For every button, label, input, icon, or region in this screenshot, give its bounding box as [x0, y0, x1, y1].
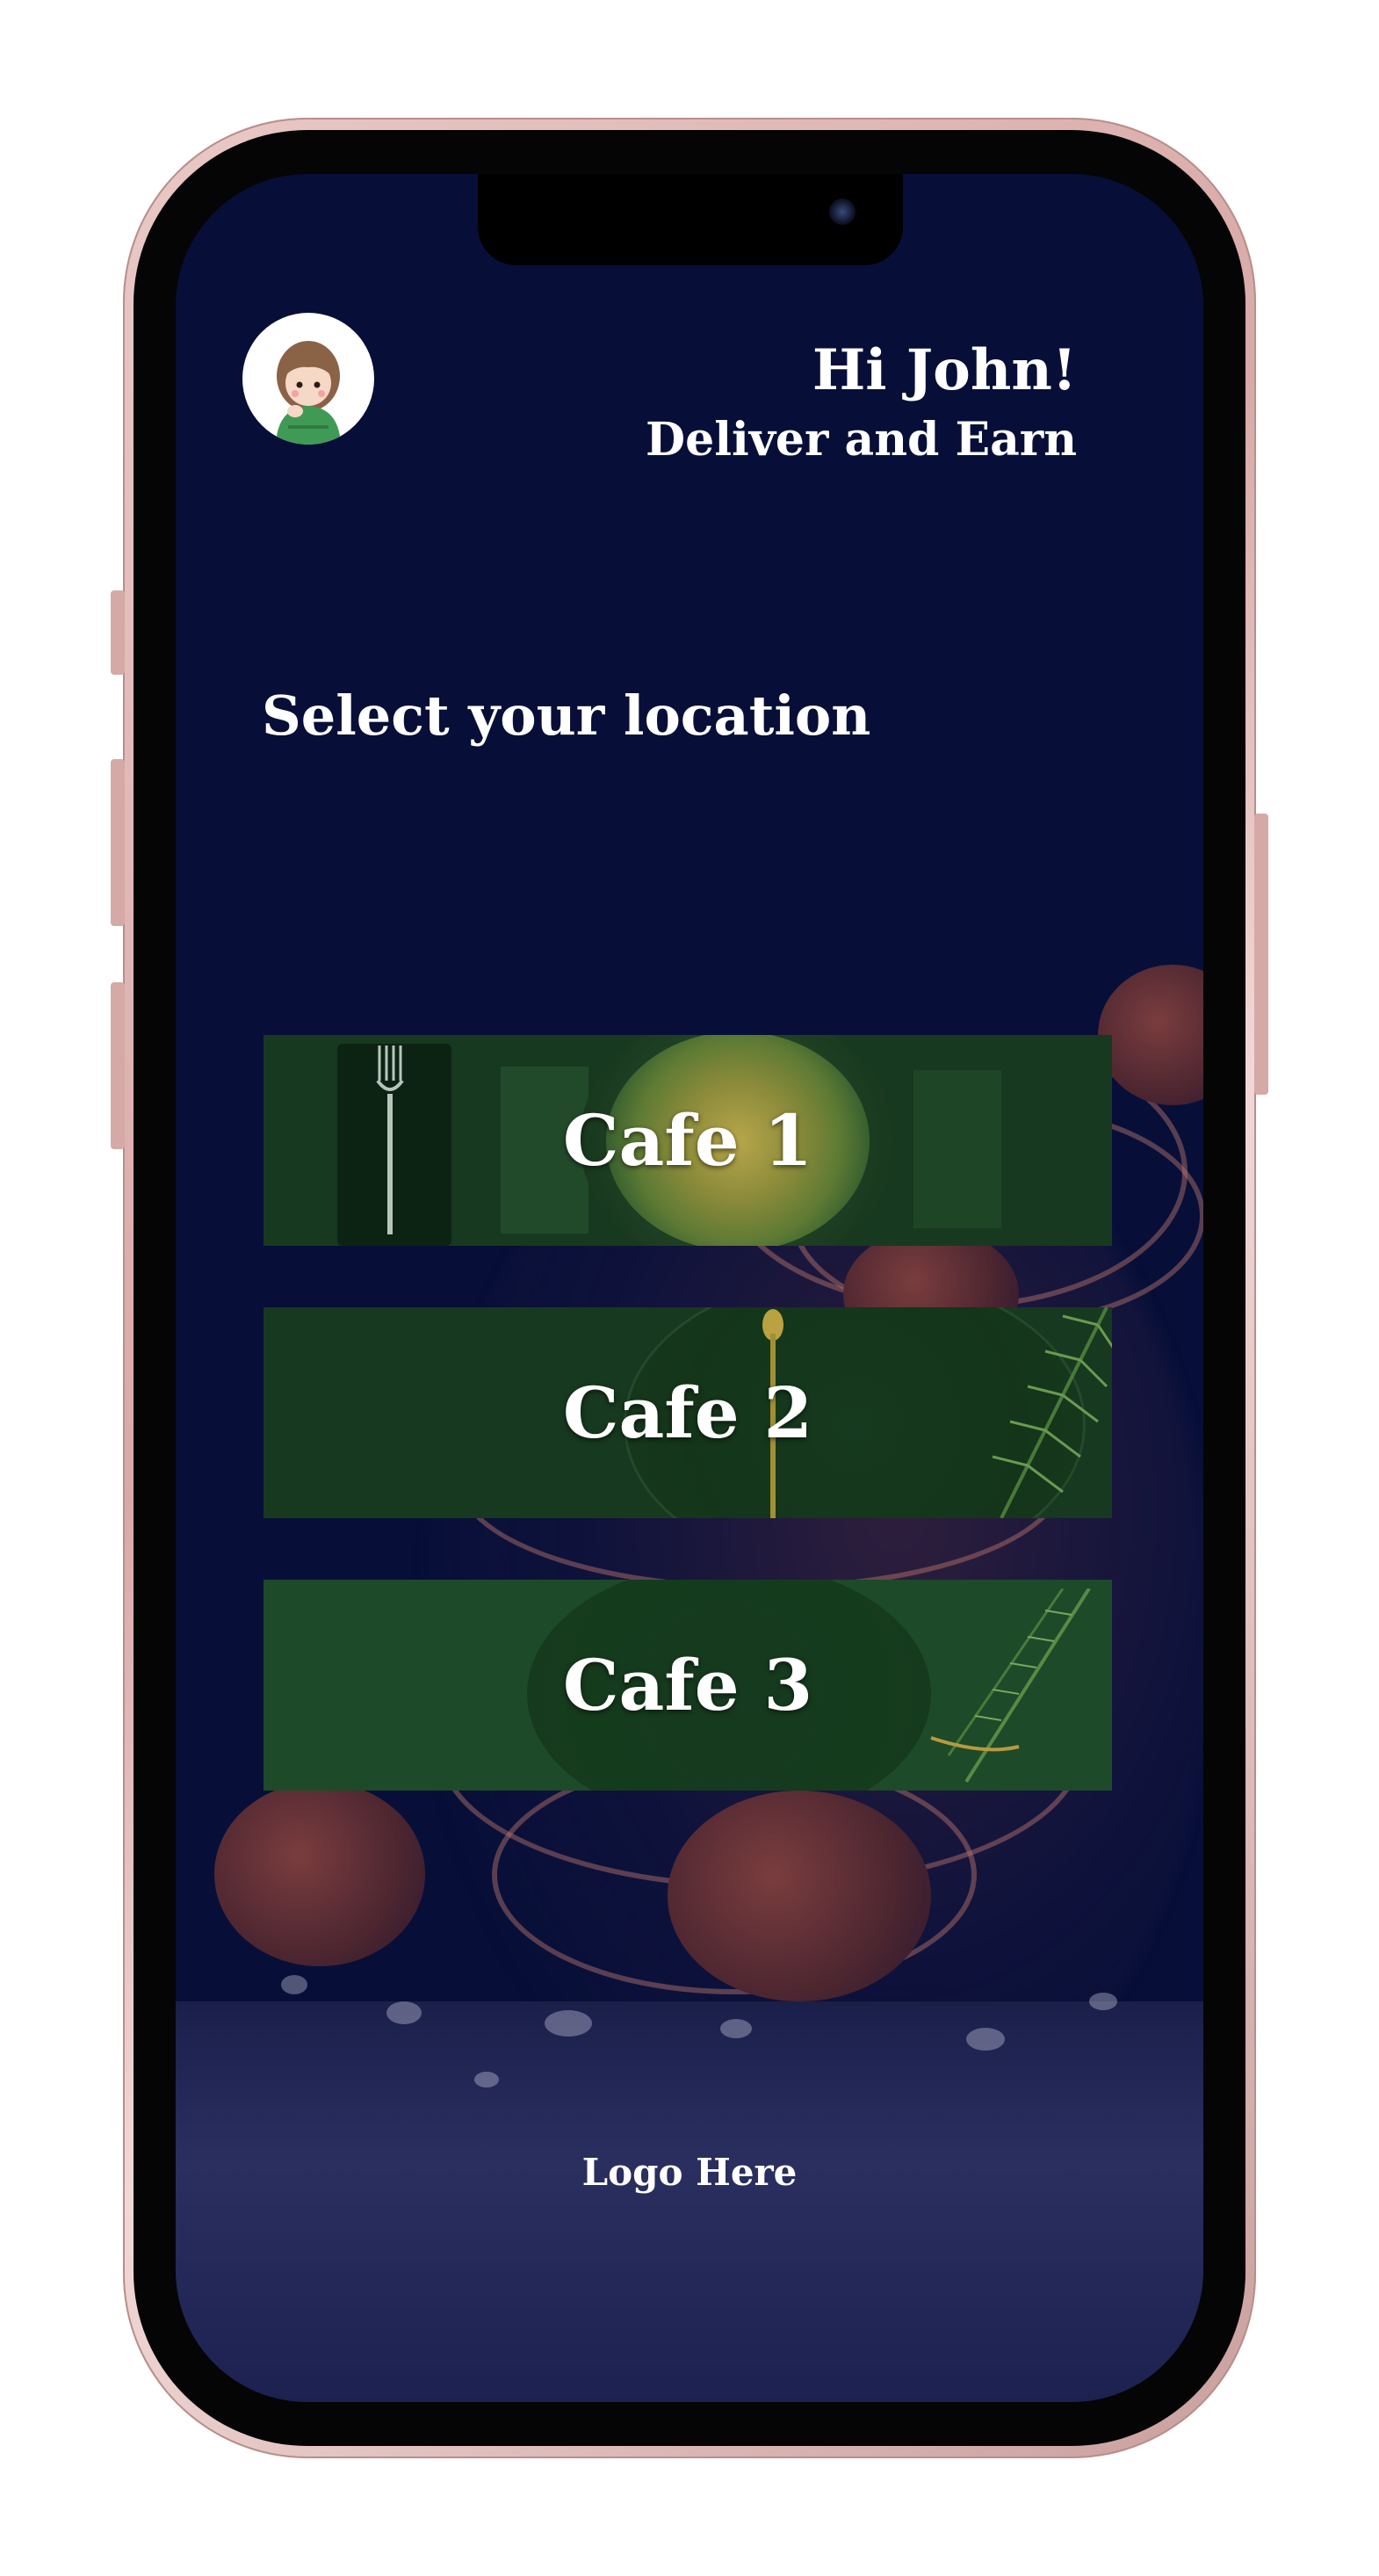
- cafe-card-1[interactable]: Cafe 1: [264, 1035, 1112, 1246]
- notch: [478, 174, 903, 265]
- volume-up-button: [111, 759, 125, 926]
- crumb-decoration: [386, 2001, 422, 2024]
- meatball-decoration: [214, 1782, 425, 1966]
- page: Hi John! Deliver and Earn Select your lo…: [0, 0, 1379, 2576]
- table-surface: [176, 2001, 1203, 2402]
- cafe-card-3[interactable]: Cafe 3: [264, 1580, 1112, 1791]
- crumb-decoration: [1089, 1993, 1117, 2010]
- section-title: Select your location: [262, 684, 871, 748]
- cafe-card-label: Cafe 2: [562, 1371, 813, 1454]
- app-screen: Hi John! Deliver and Earn Select your lo…: [176, 174, 1203, 2402]
- avatar[interactable]: [242, 313, 374, 445]
- volume-down-button: [111, 982, 125, 1149]
- mute-switch: [111, 590, 125, 675]
- logo-placeholder: Logo Here: [581, 2151, 798, 2194]
- cafe-card-label: Cafe 1: [562, 1099, 813, 1182]
- meatball-decoration: [668, 1791, 931, 2001]
- avatar-girl-icon: [276, 341, 341, 445]
- greeting-title: Hi John!: [812, 337, 1077, 403]
- greeting-subtitle: Deliver and Earn: [646, 413, 1077, 467]
- crumb-decoration: [545, 2010, 592, 2037]
- crumb-decoration: [966, 2028, 1005, 2051]
- crumb-decoration: [720, 2019, 752, 2038]
- crumb-decoration: [281, 1975, 307, 1994]
- front-camera-icon: [829, 199, 856, 225]
- cafe-card-2[interactable]: Cafe 2: [264, 1307, 1112, 1518]
- crumb-decoration: [474, 2072, 499, 2088]
- cafe-card-label: Cafe 3: [562, 1644, 813, 1726]
- power-button: [1254, 814, 1268, 1095]
